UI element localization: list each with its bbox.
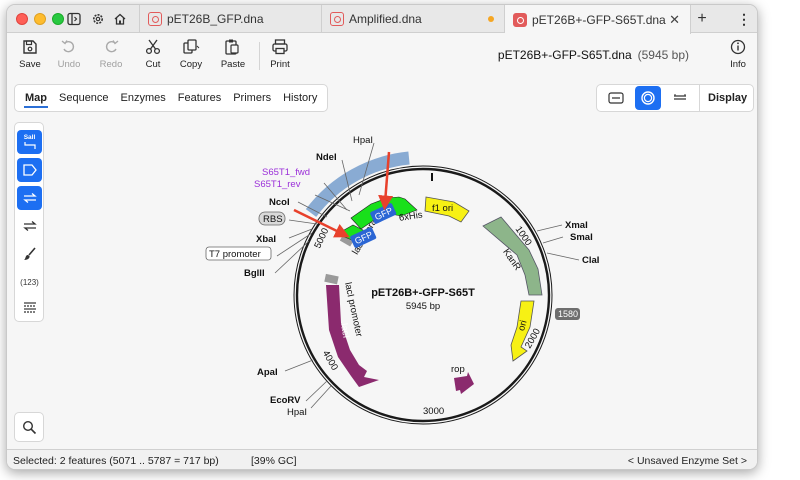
enzyme-bglii[interactable]: BglII bbox=[244, 268, 265, 279]
enzyme-ndei[interactable]: NdeI bbox=[316, 152, 337, 163]
feature-label-6xhis: 6xHis bbox=[398, 210, 423, 224]
feature-label-rop: rop bbox=[451, 364, 465, 375]
plasmid-size: 5945 bp bbox=[406, 301, 440, 312]
enzyme-clai[interactable]: ClaI bbox=[582, 255, 599, 266]
feature-label-f1-ori: f1 ori bbox=[432, 203, 453, 214]
primer-s65t1-fwd[interactable]: S65T1_fwd bbox=[262, 167, 310, 178]
feature-label-rbs: RBS bbox=[263, 214, 283, 225]
enzyme-ncoi[interactable]: NcoI bbox=[269, 197, 290, 208]
plasmid-name: pET26B+-GFP-S65T bbox=[371, 287, 475, 299]
status-bar: Selected: 2 features (5071 .. 5787 = 717… bbox=[7, 449, 757, 469]
enzyme-xmai[interactable]: XmaI bbox=[565, 220, 588, 231]
gc-content: [39% GC] bbox=[251, 455, 297, 467]
selection-info: Selected: 2 features (5071 .. 5787 = 717… bbox=[13, 455, 219, 467]
feature-rop[interactable] bbox=[454, 372, 474, 394]
primer-s65t1-rev[interactable]: S65T1_rev bbox=[254, 179, 301, 190]
position-badge-label: 1580 bbox=[558, 309, 578, 319]
enzyme-hpai-bottom[interactable]: HpaI bbox=[287, 407, 307, 418]
feature-label-t7-promoter: T7 promoter bbox=[209, 249, 261, 260]
enzyme-smai[interactable]: SmaI bbox=[570, 232, 593, 243]
tick-label-3000: 3000 bbox=[423, 406, 444, 417]
enzyme-xbai[interactable]: XbaI bbox=[256, 234, 276, 245]
enzyme-hpai-top[interactable]: HpaI bbox=[353, 135, 373, 146]
enzyme-ecorv[interactable]: EcoRV bbox=[270, 395, 301, 406]
plasmid-map[interactable]: f1 ori KanR ori rop lacI lacI promoter l… bbox=[7, 5, 758, 449]
enzyme-set-selector[interactable]: < Unsaved Enzyme Set > bbox=[628, 455, 747, 467]
enzyme-apai[interactable]: ApaI bbox=[257, 367, 278, 378]
app-window: pET26B_GFP.dna Amplified.dna pET26B+-GFP… bbox=[6, 4, 758, 470]
feature-laci-promoter[interactable] bbox=[324, 273, 339, 285]
